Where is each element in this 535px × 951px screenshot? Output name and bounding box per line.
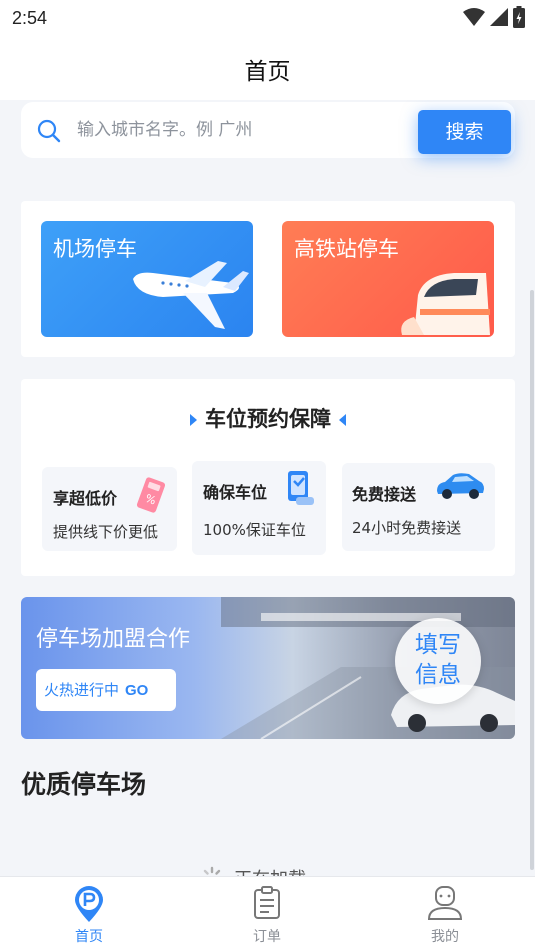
discount-ticket-icon: % <box>136 477 166 513</box>
railway-parking-card[interactable]: 高铁站停车 <box>282 221 494 337</box>
tab-orders-label: 订单 <box>253 929 281 945</box>
tab-home-label: 首页 <box>75 929 103 945</box>
fill-info-line2: 信息 <box>415 662 461 688</box>
bottom-tab-bar: 首页 订单 我的 <box>0 876 535 951</box>
feature-desc: 提供线下价更低 <box>53 523 159 541</box>
banner-chip-go: GO <box>125 682 149 699</box>
parking-guarantee-icon <box>288 471 314 505</box>
booking-guarantee-panel: 车位预约保障 享超低价 提供线下价更低 % 确保车位 100%保证车位 免费接送… <box>21 379 515 576</box>
order-icon <box>254 886 280 919</box>
loading-text: 正在加载 <box>234 865 306 876</box>
status-bar: 2:54 <box>0 0 535 38</box>
tab-profile-label: 我的 <box>431 929 459 945</box>
tab-orders[interactable]: 订单 <box>178 877 356 951</box>
status-time: 2:54 <box>12 8 48 28</box>
guarantee-title: 车位预约保障 <box>205 407 331 431</box>
home-content[interactable]: 搜索 机场停车 高铁站停车 车位预约保障 <box>0 100 535 876</box>
banner-chip-text: 火热进行中 <box>44 681 120 699</box>
feature-guaranteed-spot: 确保车位 100%保证车位 <box>192 461 326 555</box>
title-right-arrow-icon <box>339 414 346 426</box>
car-icon <box>437 473 484 499</box>
tab-profile[interactable]: 我的 <box>356 877 534 951</box>
feature-free-shuttle: 免费接送 24小时免费接送 <box>342 463 495 551</box>
spinner-icon <box>203 866 221 875</box>
feature-low-price: 享超低价 提供线下价更低 % <box>42 467 177 551</box>
parking-icon <box>75 886 103 922</box>
profile-icon <box>427 886 463 920</box>
fill-info-button[interactable]: 填写 信息 <box>395 618 481 704</box>
scrollbar[interactable] <box>530 290 534 870</box>
feature-title: 免费接送 <box>352 485 417 504</box>
title-left-arrow-icon <box>190 414 197 426</box>
service-panel: 机场停车 高铁站停车 <box>21 201 515 357</box>
train-icon <box>401 273 490 335</box>
feature-desc: 100%保证车位 <box>203 521 306 539</box>
loading-indicator: 正在加载 <box>200 865 306 876</box>
feature-title: 享超低价 <box>53 489 118 508</box>
search-button[interactable]: 搜索 <box>418 110 511 154</box>
quality-parking-title: 优质停车场 <box>21 770 147 799</box>
signal-icon <box>490 8 508 26</box>
feature-desc: 24小时免费接送 <box>352 519 462 537</box>
search-bar: 搜索 <box>21 102 515 158</box>
feature-title: 确保车位 <box>203 483 268 502</box>
airport-parking-card[interactable]: 机场停车 <box>41 221 253 337</box>
airplane-icon <box>133 261 249 329</box>
railway-parking-label: 高铁站停车 <box>294 237 399 261</box>
search-input[interactable] <box>77 112 407 148</box>
partnership-banner[interactable]: 停车场加盟合作 火热进行中 GO 填写 信息 <box>21 597 515 739</box>
page-title: 首页 <box>244 59 291 85</box>
tab-home[interactable]: 首页 <box>0 877 178 951</box>
wifi-icon <box>463 8 485 26</box>
banner-title: 停车场加盟合作 <box>36 627 191 652</box>
fill-info-line1: 填写 <box>415 632 461 658</box>
battery-icon <box>513 6 525 28</box>
banner-chip-button[interactable]: 火热进行中 GO <box>36 669 176 711</box>
search-icon <box>37 119 61 143</box>
app-header: 首页 <box>0 38 535 100</box>
